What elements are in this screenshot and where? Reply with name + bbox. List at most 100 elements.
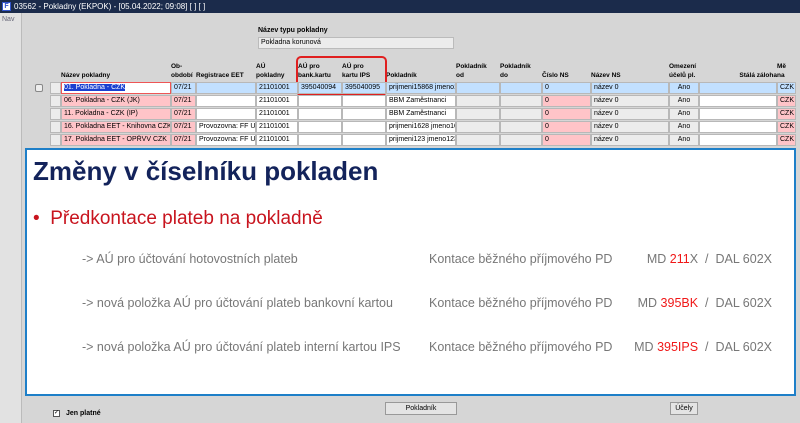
type-field[interactable]: Pokladna korunová <box>258 37 454 49</box>
row-selector[interactable] <box>50 108 61 120</box>
cell-nazev_ns[interactable]: název 0 <box>591 95 669 107</box>
nav-label[interactable]: Nav <box>2 16 14 23</box>
table-row[interactable]: 16. Pokladna EET - Knihovna CZK 07/21 Prov… <box>50 121 796 133</box>
cell-omezeni[interactable]: Ano <box>669 134 699 146</box>
cell-pokladnik[interactable]: BBM Zaměstnanci <box>386 95 456 107</box>
cell-eet[interactable]: Provozovna: FF UI <box>196 121 256 133</box>
cell-omezeni[interactable]: Ano <box>669 121 699 133</box>
cell-eet[interactable]: Provozovna: FF UI <box>196 134 256 146</box>
cell-nazev_ns[interactable]: název 0 <box>591 108 669 120</box>
cell-eet[interactable] <box>196 108 256 120</box>
column-header[interactable]: Pokladník <box>386 58 456 80</box>
cell-mena[interactable]: CZK <box>777 95 796 107</box>
cell-ips[interactable] <box>342 121 386 133</box>
cell-pokladnik[interactable]: BBM Zaměstnanci <box>386 108 456 120</box>
cell-zaloha[interactable] <box>699 108 777 120</box>
cell-name[interactable]: 17. Pokladna EET - OPŘVV CZK <box>61 134 171 146</box>
cell-mena[interactable]: CZK <box>777 121 796 133</box>
cell-eet[interactable] <box>196 95 256 107</box>
cell-name[interactable]: 06. Pokladna - CZK (JK) <box>61 95 171 107</box>
cell-obdobi[interactable]: 07/21 <box>171 121 196 133</box>
cell-pokladnik[interactable]: prijmeni123 jmeno123 <box>386 134 456 146</box>
cell-od[interactable] <box>456 134 500 146</box>
cell-od[interactable] <box>456 121 500 133</box>
cell-pokladnik[interactable]: prijmeni1628 jmeno16 <box>386 121 456 133</box>
cell-od[interactable] <box>456 108 500 120</box>
cell-nazev_ns[interactable]: název 0 <box>591 121 669 133</box>
ucely-button[interactable]: Účely <box>670 402 698 415</box>
cell-ips[interactable] <box>342 134 386 146</box>
row-indicator-icon[interactable] <box>35 84 43 92</box>
table-row[interactable]: 11. Pokladna - CZK (IP) 07/21 21101001 BBM … <box>50 108 796 120</box>
cell-zaloha[interactable] <box>699 82 777 94</box>
cell-ips[interactable] <box>342 108 386 120</box>
cell-bank[interactable] <box>298 108 342 120</box>
cell-ips[interactable] <box>342 95 386 107</box>
row-selector[interactable] <box>50 82 61 94</box>
column-header[interactable]: Stálá záloha <box>699 58 777 80</box>
pokladnik-button[interactable]: Pokladník <box>385 402 457 415</box>
cell-omezeni[interactable]: Ano <box>669 95 699 107</box>
cell-nazev_ns[interactable]: název 0 <box>591 134 669 146</box>
table-row[interactable]: 01. Pokladna - CZK 07/21 21101001 395040094… <box>50 82 796 94</box>
nav-panel[interactable]: Nav <box>0 13 22 423</box>
cell-bank[interactable]: 395040094 <box>298 82 342 94</box>
window-title-bar: F 03562 - Pokladny (EKPOK) - [05.04.2022… <box>0 0 800 13</box>
cell-ns[interactable]: 0 <box>542 82 591 94</box>
cell-au[interactable]: 21101001 <box>256 95 298 107</box>
cell-zaloha[interactable] <box>699 134 777 146</box>
cell-eet[interactable] <box>196 82 256 94</box>
column-header[interactable]: Název NS <box>591 58 669 80</box>
table-row[interactable]: 17. Pokladna EET - OPŘVV CZK 07/21 Provozo… <box>50 134 796 146</box>
cell-od[interactable] <box>456 82 500 94</box>
cell-au[interactable]: 21101001 <box>256 121 298 133</box>
cell-zaloha[interactable] <box>699 95 777 107</box>
row-selector[interactable] <box>50 134 61 146</box>
cell-do[interactable] <box>500 108 542 120</box>
cell-do[interactable] <box>500 95 542 107</box>
cell-omezeni[interactable]: Ano <box>669 82 699 94</box>
column-header[interactable]: Mě na <box>777 58 796 80</box>
cell-ns[interactable]: 0 <box>542 95 591 107</box>
cell-name[interactable]: 16. Pokladna EET - Knihovna CZK <box>61 121 171 133</box>
cell-do[interactable] <box>500 134 542 146</box>
cell-ns[interactable]: 0 <box>542 121 591 133</box>
cell-ips[interactable]: 395040095 <box>342 82 386 94</box>
table-row[interactable]: 06. Pokladna - CZK (JK) 07/21 21101001 BBM … <box>50 95 796 107</box>
column-header[interactable]: Ob- období <box>171 58 196 80</box>
column-header[interactable]: Pokladník od <box>456 58 500 80</box>
cell-nazev_ns[interactable]: název 0 <box>591 82 669 94</box>
column-header[interactable]: Omezení účelů pl. <box>669 58 699 80</box>
cell-au[interactable]: 21101001 <box>256 82 298 94</box>
row-selector[interactable] <box>50 95 61 107</box>
column-header[interactable]: Registrace EET <box>196 58 256 80</box>
cell-mena[interactable]: CZK <box>777 108 796 120</box>
cell-ns[interactable]: 0 <box>542 134 591 146</box>
cell-ns[interactable]: 0 <box>542 108 591 120</box>
cell-bank[interactable] <box>298 95 342 107</box>
jen-platne-checkbox[interactable]: ✓ <box>53 410 60 417</box>
cell-od[interactable] <box>456 95 500 107</box>
cell-name[interactable]: 01. Pokladna - CZK <box>61 82 171 94</box>
cell-name[interactable]: 11. Pokladna - CZK (IP) <box>61 108 171 120</box>
cell-omezeni[interactable]: Ano <box>669 108 699 120</box>
cell-do[interactable] <box>500 82 542 94</box>
cell-mena[interactable]: CZK <box>777 134 796 146</box>
cell-obdobi[interactable]: 07/21 <box>171 108 196 120</box>
cell-pokladnik[interactable]: prijmeni15868 jmeno1 <box>386 82 456 94</box>
cell-obdobi[interactable]: 07/21 <box>171 82 196 94</box>
cell-obdobi[interactable]: 07/21 <box>171 134 196 146</box>
row-selector[interactable] <box>50 121 61 133</box>
cell-bank[interactable] <box>298 121 342 133</box>
cell-au[interactable]: 21101001 <box>256 134 298 146</box>
column-header[interactable]: Pokladník do <box>500 58 542 80</box>
column-header[interactable]: Název pokladny <box>61 58 171 80</box>
cell-do[interactable] <box>500 121 542 133</box>
column-header[interactable]: AÚ pokladny <box>256 58 298 80</box>
cell-zaloha[interactable] <box>699 121 777 133</box>
cell-obdobi[interactable]: 07/21 <box>171 95 196 107</box>
cell-au[interactable]: 21101001 <box>256 108 298 120</box>
cell-bank[interactable] <box>298 134 342 146</box>
column-header[interactable]: Číslo NS <box>542 58 591 80</box>
cell-mena[interactable]: CZK <box>777 82 796 94</box>
